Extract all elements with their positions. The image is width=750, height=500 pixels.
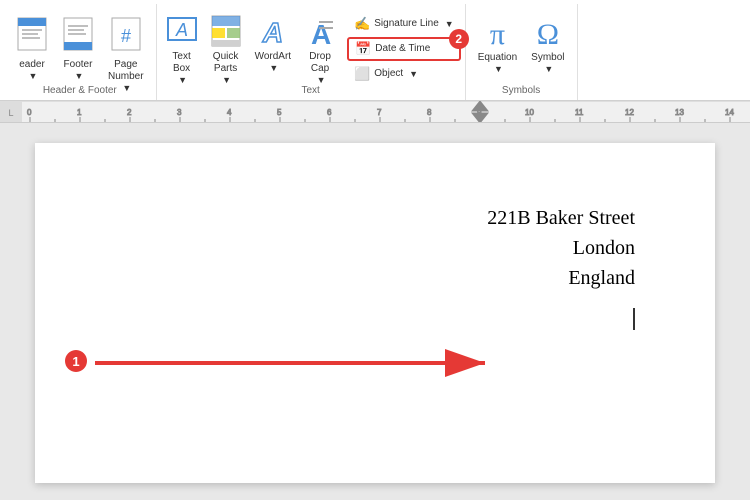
ribbon-group-text: A TextBox ▼ (157, 4, 466, 100)
svg-text:10: 10 (525, 108, 534, 117)
drop-cap-icon: A (305, 14, 335, 51)
svg-text:4: 4 (227, 108, 232, 117)
svg-text:2: 2 (127, 108, 132, 117)
ribbon-group-symbols: π Equation ▼ Ω Symbol ▼ Symbols (466, 4, 578, 100)
svg-text:12: 12 (625, 108, 634, 117)
quick-parts-icon (211, 14, 241, 51)
symbols-group-label: Symbols (466, 85, 577, 96)
svg-text:6: 6 (327, 108, 332, 117)
signature-line-dropdown-arrow: ▼ (445, 19, 454, 29)
text-box-dropdown-arrow: ▼ (178, 75, 187, 85)
svg-text:0: 0 (27, 108, 32, 117)
wordart-label: WordArt (255, 51, 292, 63)
date-time-label: Date & Time (375, 43, 430, 55)
document-area: 221B Baker Street London England 1 (0, 123, 750, 500)
drop-cap-dropdown-arrow: ▼ (317, 75, 326, 85)
signature-line-label: Signature Line (374, 18, 439, 30)
svg-text:14: 14 (725, 108, 734, 117)
svg-text:A: A (175, 20, 188, 40)
wordart-button[interactable]: A WordArt ▼ (249, 6, 298, 74)
quick-parts-label: QuickParts (213, 51, 239, 75)
text-box-label: TextBox (172, 51, 190, 75)
drop-cap-label: DropCap (309, 51, 331, 75)
footer-dropdown-arrow: ▼ (75, 71, 84, 81)
symbol-icon: Ω (537, 18, 559, 52)
svg-text:8: 8 (427, 108, 432, 117)
equation-label: Equation (478, 52, 517, 64)
symbol-dropdown-arrow: ▼ (544, 64, 553, 74)
text-box-icon: A (167, 14, 197, 51)
signature-line-button[interactable]: ✍ Signature Line ▼ (347, 12, 461, 36)
wordart-dropdown-arrow: ▼ (269, 63, 278, 73)
date-time-button[interactable]: 📅 Date & Time 2 (347, 37, 461, 61)
header-icon (16, 16, 48, 57)
header-dropdown-arrow: ▼ (29, 71, 38, 81)
date-time-icon: 📅 (355, 41, 371, 57)
object-icon: ⬜ (354, 66, 370, 82)
object-button[interactable]: ⬜ Object ▼ (347, 62, 461, 86)
svg-text:L: L (8, 108, 13, 118)
svg-text:3: 3 (177, 108, 182, 117)
svg-text:A: A (262, 17, 283, 48)
equation-button[interactable]: π Equation ▼ (472, 10, 523, 93)
object-label: Object (374, 68, 403, 80)
svg-text:13: 13 (675, 108, 684, 117)
page: 221B Baker Street London England 1 (35, 143, 715, 483)
footer-icon (62, 16, 94, 57)
page-number-button[interactable]: # PageNumber ▼ (102, 10, 150, 112)
address-line3: England (487, 263, 635, 293)
text-right-buttons: ✍ Signature Line ▼ 📅 Date & Time 2 ⬜ Obj… (343, 6, 461, 86)
quick-parts-button[interactable]: QuickParts ▼ (205, 6, 247, 86)
text-cursor (633, 308, 635, 330)
equation-dropdown-arrow: ▼ (494, 64, 503, 74)
text-group-label: Text (157, 85, 465, 96)
header-footer-group-label: Header & Footer (4, 85, 156, 96)
text-big-buttons: A TextBox ▼ (161, 6, 342, 86)
address-line2: London (487, 233, 635, 263)
drop-cap-button[interactable]: A DropCap ▼ (299, 6, 341, 86)
object-dropdown-arrow: ▼ (409, 69, 418, 79)
header-label: eader (19, 59, 45, 71)
svg-text:1: 1 (77, 108, 82, 117)
ribbon-row: eader ▼ Footer ▼ (0, 0, 750, 100)
arrow-annotation (35, 143, 715, 483)
address-line1: 221B Baker Street (487, 203, 635, 233)
ribbon-group-header-footer: eader ▼ Footer ▼ (4, 4, 157, 100)
equation-icon: π (490, 18, 505, 52)
text-box-button[interactable]: A TextBox ▼ (161, 6, 203, 86)
page-number-icon: # (110, 16, 142, 57)
svg-text:7: 7 (377, 108, 382, 117)
signature-line-icon: ✍ (354, 16, 370, 32)
svg-text:#: # (121, 26, 131, 46)
symbol-label: Symbol (531, 52, 564, 64)
ribbon: eader ▼ Footer ▼ (0, 0, 750, 101)
wordart-icon: A (258, 14, 288, 51)
page-number-label: PageNumber (108, 59, 144, 83)
quick-parts-dropdown-arrow: ▼ (222, 75, 231, 85)
svg-text:5: 5 (277, 108, 282, 117)
footer-label: Footer (64, 59, 93, 71)
symbol-button[interactable]: Ω Symbol ▼ (525, 10, 570, 93)
address-block: 221B Baker Street London England (487, 203, 635, 293)
svg-text:A: A (311, 19, 331, 48)
svg-text:11: 11 (575, 108, 584, 117)
header-footer-items: eader ▼ Footer ▼ (10, 6, 150, 112)
ruler: L 0 1 2 3 4 5 6 7 8 9 10 11 (0, 101, 750, 123)
badge-1: 1 (65, 350, 87, 372)
